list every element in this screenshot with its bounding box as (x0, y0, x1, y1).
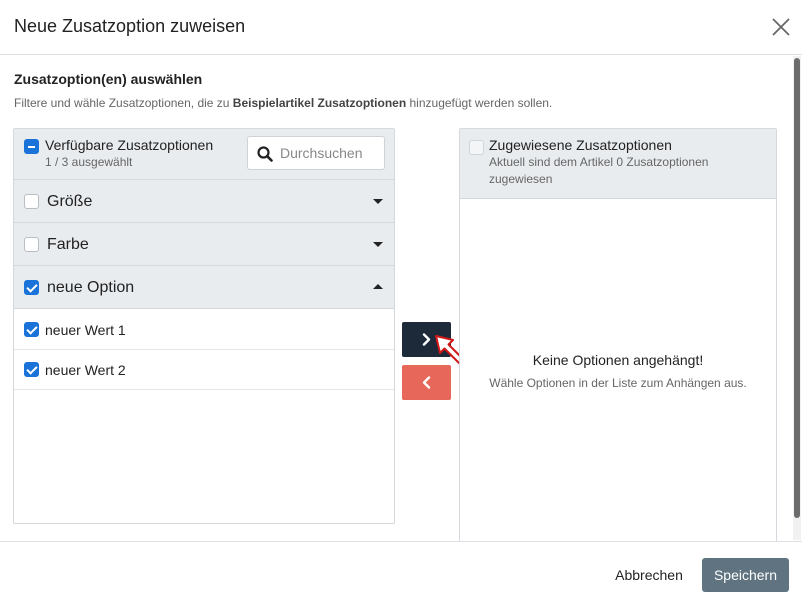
select-all-assigned-checkbox[interactable] (469, 140, 484, 155)
search-icon (257, 146, 273, 162)
assigned-options-panel: Zugewiesene Zusatzoptionen Aktuell sind … (459, 128, 777, 543)
group-checkbox-groesse[interactable] (24, 194, 39, 209)
chevron-up-icon[interactable] (373, 284, 383, 289)
select-all-available-checkbox[interactable] (24, 139, 39, 154)
search-box[interactable] (247, 136, 385, 170)
option-value-row[interactable]: neuer Wert 2 (14, 350, 394, 390)
available-selected-count: 1 / 3 ausgewählt (45, 155, 133, 169)
available-options-title: Verfügbare Zusatzoptionen (45, 137, 214, 153)
section-desc-prefix: Filtere und wähle Zusatzoptionen, die zu (14, 96, 233, 110)
section-title: Zusatzoption(en) auswählen (14, 71, 203, 87)
assigned-options-subtitle: Aktuell sind dem Artikel 0 Zusatzoptione… (489, 155, 709, 186)
modal-footer: Abbrechen Speichern (0, 541, 802, 604)
assigned-options-title: Zugewiesene Zusatzoptionen (489, 137, 672, 153)
section-desc-article: Beispielartikel Zusatzoptionen (232, 96, 407, 110)
option-group-farbe[interactable]: Farbe (14, 223, 394, 266)
chevron-down-icon[interactable] (373, 199, 383, 204)
close-icon[interactable] (770, 16, 792, 38)
search-input[interactable] (280, 143, 380, 163)
option-value-label: neuer Wert 2 (45, 362, 126, 378)
option-value-label: neuer Wert 1 (45, 322, 126, 338)
section-description: Filtere und wähle Zusatzoptionen, die zu… (14, 96, 552, 110)
option-group-groesse[interactable]: Größe (14, 180, 394, 223)
option-group-label: neue Option (47, 279, 135, 296)
value-checkbox[interactable] (24, 322, 39, 337)
assign-option-modal: Neue Zusatzoption zuweisen Zusatzoption(… (0, 0, 802, 604)
empty-state-hint: Wähle Optionen in der Liste zum Anhängen… (489, 376, 747, 390)
option-group-label: Größe (47, 193, 93, 210)
available-options-header: Verfügbare Zusatzoptionen 1 / 3 ausgewäh… (14, 129, 394, 180)
scrollbar-thumb[interactable] (794, 58, 800, 518)
remove-selected-button[interactable] (402, 365, 451, 400)
section-desc-suffix: hinzugefügt werden sollen. (406, 96, 553, 110)
group-checkbox-farbe[interactable] (24, 237, 39, 252)
modal-scrollbar[interactable] (793, 56, 801, 540)
assigned-options-header: Zugewiesene Zusatzoptionen Aktuell sind … (460, 129, 776, 199)
chevron-down-icon[interactable] (373, 242, 383, 247)
available-options-panel: Verfügbare Zusatzoptionen 1 / 3 ausgewäh… (13, 128, 395, 524)
chevron-right-icon (422, 333, 431, 346)
option-value-row[interactable]: neuer Wert 1 (14, 310, 394, 350)
group-checkbox-neue-option[interactable] (24, 280, 39, 295)
modal-title: Neue Zusatzoption zuweisen (14, 16, 246, 36)
option-group-neue-option[interactable]: neue Option (14, 266, 394, 309)
cancel-button[interactable]: Abbrechen (606, 562, 692, 588)
assigned-options-list: Keine Optionen angehängt! Wähle Optionen… (460, 199, 776, 543)
save-button[interactable]: Speichern (702, 558, 789, 592)
modal-header: Neue Zusatzoption zuweisen (0, 0, 802, 55)
value-checkbox[interactable] (24, 362, 39, 377)
empty-state-title: Keine Optionen angehängt! (532, 352, 704, 368)
chevron-left-icon (422, 376, 431, 389)
option-group-label: Farbe (47, 236, 89, 253)
